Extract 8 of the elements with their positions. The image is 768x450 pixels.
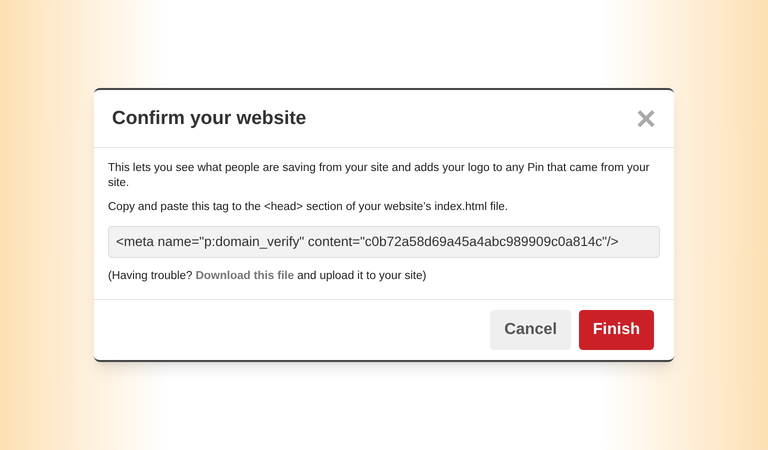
- finish-button[interactable]: Finish: [578, 310, 654, 350]
- cancel-button[interactable]: Cancel: [490, 310, 571, 350]
- meta-tag-field[interactable]: <meta name="p:domain_verify" content="c0b72a58d69a45a4abc989909c0a814c"/>: [108, 226, 660, 258]
- help-text: (Having trouble? Download this file and upload it to your site): [108, 268, 428, 284]
- download-link[interactable]: Download this file: [196, 270, 294, 282]
- description-text: This lets you see what people are saving from your site and adds your logo to any Pin that came from your site.: [108, 161, 650, 192]
- dialog-title: Confirm your website: [112, 106, 306, 130]
- instruction-text: Copy and paste this tag to the <head> section of your website’s index.html file.: [108, 200, 509, 216]
